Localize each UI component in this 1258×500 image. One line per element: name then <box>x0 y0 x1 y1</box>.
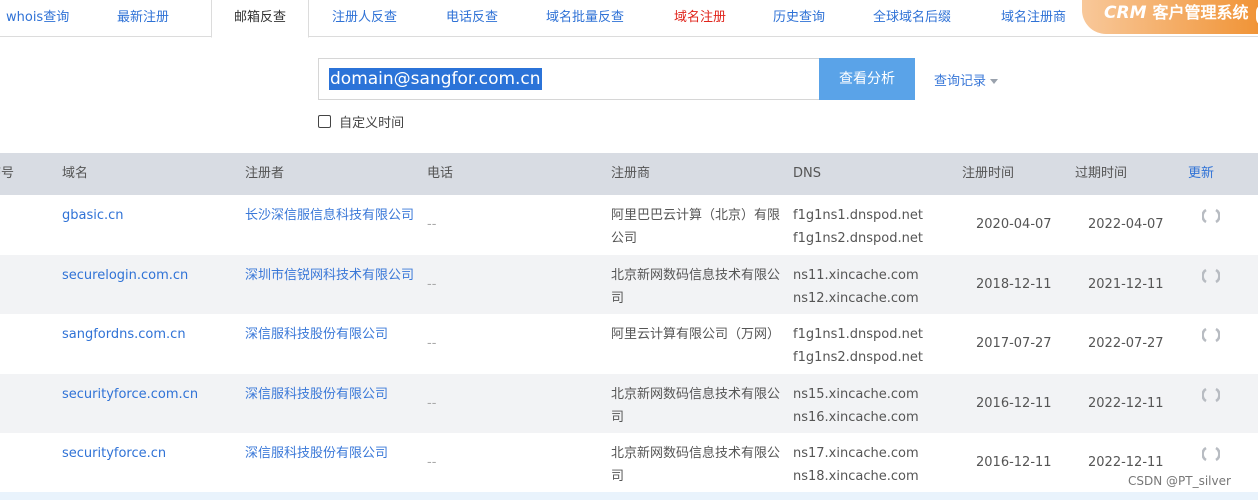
header-index: 序号 <box>0 166 15 181</box>
query-history-dropdown[interactable]: 查询记录 <box>934 70 999 89</box>
dns-primary: f1g1ns1.dnspod.net <box>793 208 923 223</box>
custom-time-option[interactable]: 自定义时间 <box>318 112 405 131</box>
refresh-icon[interactable] <box>1202 445 1220 463</box>
refresh-icon[interactable] <box>1202 267 1220 285</box>
table-row: securityforce.cn 深信服科技股份有限公司 -- 北京新网数码信息… <box>0 433 1258 493</box>
reg-date-value: 2016-12-11 <box>976 395 1052 411</box>
crm-banner-text: 客户管理系统 <box>1152 3 1249 22</box>
table-row: sangfordns.com.cn 深信服科技股份有限公司 -- 阿里云计算有限… <box>0 314 1258 374</box>
header-domain: 域名 <box>62 166 89 181</box>
domain-link[interactable]: gbasic.cn <box>62 204 124 227</box>
query-history-label: 查询记录 <box>934 74 987 89</box>
registrant-link[interactable]: 深信服科技股份有限公司 <box>245 442 417 465</box>
registrar-value: 北京新网数码信息技术有限公司 <box>611 267 781 306</box>
exp-date-value: 2022-07-27 <box>1088 336 1164 351</box>
tab-email-reverse[interactable]: 邮箱反查 <box>211 0 310 38</box>
dns-primary: ns17.xincache.com <box>793 446 919 461</box>
csdn-watermark: CSDN @PT_silver <box>1128 474 1231 488</box>
chevron-down-icon <box>990 79 999 84</box>
tab-whois[interactable]: whois查询 <box>6 0 69 37</box>
domain-link[interactable]: securelogin.com.cn <box>62 264 188 287</box>
dns-value: f1g1ns1.dnspod.net f1g1ns2.dnspod.net <box>793 323 923 369</box>
search-input-value: domain@sangfor.com.cn <box>329 68 542 90</box>
search-button[interactable]: 查看分析 <box>819 58 915 100</box>
phone-value: -- <box>427 336 437 351</box>
dns-value: ns11.xincache.com ns12.xincache.com <box>793 264 919 310</box>
header-dns: DNS <box>793 166 821 181</box>
header-refresh[interactable]: 更新 <box>1188 153 1214 195</box>
registrant-link[interactable]: 深信服科技股份有限公司 <box>245 323 417 346</box>
refresh-icon[interactable] <box>1202 386 1220 404</box>
refresh-icon[interactable] <box>1202 326 1220 344</box>
tab-domain-register[interactable]: 域名注册 <box>674 0 726 37</box>
dns-secondary: ns18.xincache.com <box>793 469 919 484</box>
dns-secondary: f1g1ns2.dnspod.net <box>793 231 923 246</box>
header-registrant: 注册者 <box>245 166 285 181</box>
registrar-value: 阿里云计算有限公司（万网） <box>611 327 781 342</box>
reg-date-value: 2016-12-11 <box>976 455 1052 470</box>
dns-primary: ns11.xincache.com <box>793 267 919 283</box>
table-row: securityforce.com.cn 深信服科技股份有限公司 -- 北京新网… <box>0 373 1258 433</box>
results-table: 序号 域名 注册者 电话 注册商 DNS 注册时间 过期时间 更新 gbasic… <box>0 153 1258 493</box>
header-registrar: 注册商 <box>611 166 651 181</box>
header-exp-date: 过期时间 <box>1075 166 1128 181</box>
header-phone: 电话 <box>427 166 454 181</box>
registrar-value: 北京新网数码信息技术有限公司 <box>611 386 781 425</box>
crm-logo: CRM <box>1104 3 1147 23</box>
registrant-link[interactable]: 长沙深信服信息科技有限公司 <box>245 204 417 227</box>
dns-value: ns15.xincache.com ns16.xincache.com <box>793 383 919 429</box>
custom-time-checkbox[interactable] <box>318 115 331 128</box>
tab-bar: whois查询 最新注册 邮箱反查 注册人反查 电话反查 域名批量反查 域名注册… <box>0 0 1258 38</box>
search-bar: domain@sangfor.com.cn 查看分析 <box>318 58 915 100</box>
exp-date-value: 2021-12-11 <box>1088 276 1164 292</box>
tab-batch-reverse[interactable]: 域名批量反查 <box>546 0 624 37</box>
custom-time-label: 自定义时间 <box>339 116 405 131</box>
tab-phone-reverse[interactable]: 电话反查 <box>446 0 498 37</box>
dns-secondary: f1g1ns2.dnspod.net <box>793 350 923 365</box>
dns-value: ns17.xincache.com ns18.xincache.com <box>793 442 919 488</box>
tab-registrars[interactable]: 域名注册商 <box>1001 0 1066 37</box>
registrant-link[interactable]: 深圳市信锐网科技术有限公司 <box>245 264 417 287</box>
registrar-value: 北京新网数码信息技术有限公司 <box>611 446 781 484</box>
table-row: gbasic.cn 长沙深信服信息科技有限公司 -- 阿里巴巴云计算（北京）有限… <box>0 195 1258 255</box>
exp-date-value: 2022-12-11 <box>1088 455 1164 470</box>
search-input[interactable]: domain@sangfor.com.cn <box>318 58 820 100</box>
registrant-link[interactable]: 深信服科技股份有限公司 <box>245 383 417 406</box>
phone-value: -- <box>427 395 437 411</box>
table-bottom-strip <box>0 492 1258 500</box>
dns-secondary: ns12.xincache.com <box>793 290 919 306</box>
phone-value: -- <box>427 276 437 292</box>
phone-value: -- <box>427 217 437 232</box>
tab-history[interactable]: 历史查询 <box>773 0 825 37</box>
exp-date-value: 2022-12-11 <box>1088 395 1164 411</box>
dns-secondary: ns16.xincache.com <box>793 409 919 425</box>
dns-primary: f1g1ns1.dnspod.net <box>793 327 923 342</box>
dns-primary: ns15.xincache.com <box>793 386 919 402</box>
table-row: securelogin.com.cn 深圳市信锐网科技术有限公司 -- 北京新网… <box>0 254 1258 314</box>
crm-ad-banner[interactable]: CRM客户管理系统 ✿ <box>1082 0 1258 34</box>
tab-registrant-reverse[interactable]: 注册人反查 <box>332 0 397 37</box>
domain-link[interactable]: sangfordns.com.cn <box>62 323 186 346</box>
reg-date-value: 2020-04-07 <box>976 217 1052 232</box>
domain-link[interactable]: securityforce.com.cn <box>62 383 198 406</box>
dns-value: f1g1ns1.dnspod.net f1g1ns2.dnspod.net <box>793 204 923 250</box>
table-header: 序号 域名 注册者 电话 注册商 DNS 注册时间 过期时间 更新 <box>0 153 1258 195</box>
tab-latest-registrations[interactable]: 最新注册 <box>117 0 169 37</box>
reg-date-value: 2018-12-11 <box>976 276 1052 292</box>
refresh-icon[interactable] <box>1202 207 1220 225</box>
domain-link[interactable]: securityforce.cn <box>62 442 166 465</box>
phone-value: -- <box>427 455 437 470</box>
header-reg-date: 注册时间 <box>962 166 1015 181</box>
reg-date-value: 2017-07-27 <box>976 336 1052 351</box>
registrar-value: 阿里巴巴云计算（北京）有限公司 <box>611 208 781 246</box>
exp-date-value: 2022-04-07 <box>1088 217 1164 232</box>
tab-global-suffix[interactable]: 全球域名后缀 <box>873 0 951 37</box>
